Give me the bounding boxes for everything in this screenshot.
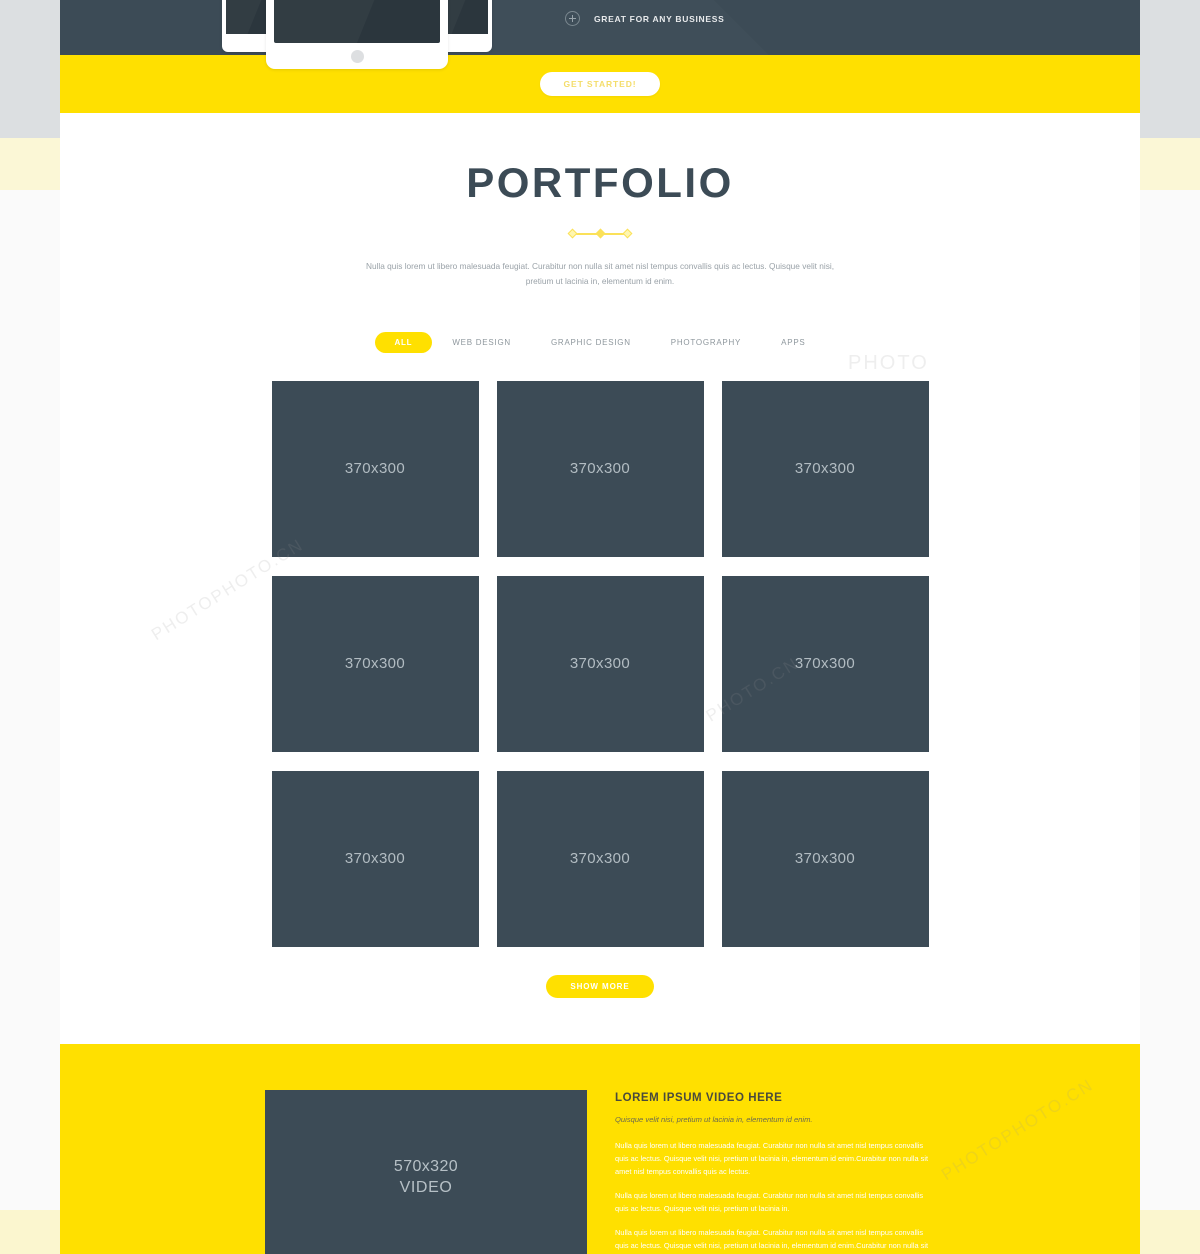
portfolio-subtitle: Nulla quis lorem ut libero malesuada feu… — [365, 261, 835, 287]
video-heading: LOREM IPSUM VIDEO HERE — [615, 1091, 783, 1104]
portfolio-tile[interactable]: 370x300 — [721, 380, 929, 557]
portfolio-filter-tabs: ALL WEB DESIGN GRAPHIC DESIGN PHOTOGRAPH… — [60, 331, 1140, 353]
video-placeholder[interactable]: 570x320 VIDEO — [265, 1089, 587, 1254]
portfolio-tile[interactable]: 370x300 — [271, 770, 479, 947]
portfolio-tile[interactable]: 370x300 — [721, 770, 929, 947]
portfolio-tile[interactable]: 370x300 — [271, 380, 479, 557]
portfolio-tile-label: 370x300 — [794, 850, 856, 868]
get-started-button[interactable]: GET STARTED! — [539, 72, 661, 96]
video-placeholder-size: 570x320 — [393, 1157, 459, 1175]
hero-tagline: GREAT FOR ANY BUSINESS — [565, 11, 724, 26]
page-title: PORTFOLIO — [466, 159, 734, 206]
filter-tab-graphic-design[interactable]: GRAPHIC DESIGN — [531, 332, 651, 353]
portfolio-tile-label: 370x300 — [794, 655, 856, 673]
filter-tab-apps[interactable]: APPS — [761, 332, 825, 353]
divider-diamond-left — [567, 228, 578, 238]
hero-tagline-text: GREAT FOR ANY BUSINESS — [594, 13, 725, 24]
video-placeholder-label: VIDEO — [399, 1179, 453, 1197]
portfolio-tile-label: 370x300 — [344, 655, 406, 673]
title-divider-ornament — [567, 227, 633, 241]
divider-diamond-center — [595, 228, 605, 238]
video-paragraph: Nulla quis lorem ut libero malesuada feu… — [615, 1190, 924, 1213]
device-home-button-icon — [350, 50, 364, 63]
portfolio-tile[interactable]: 370x300 — [496, 575, 704, 752]
filter-tab-photography[interactable]: PHOTOGRAPHY — [651, 332, 761, 353]
video-text-column: LOREM IPSUM VIDEO HERE Quisque velit nis… — [615, 1090, 935, 1254]
page-canvas: GREAT FOR ANY BUSINESS GET STARTED! PORT… — [60, 0, 1140, 1254]
video-paragraph: Nulla quis lorem ut libero malesuada feu… — [615, 1227, 929, 1254]
portfolio-tile-label: 370x300 — [794, 460, 856, 478]
filter-tab-web-design[interactable]: WEB DESIGN — [432, 332, 531, 353]
divider-diamond-right — [622, 228, 633, 238]
portfolio-tile-label: 370x300 — [569, 460, 631, 478]
portfolio-grid: 370x300 370x300 370x300 370x300 370x300 … — [265, 380, 935, 947]
portfolio-tile-label: 370x300 — [344, 850, 406, 868]
video-subheading: Quisque velit nisi, pretium ut lacinia i… — [615, 1114, 813, 1124]
portfolio-tile[interactable]: 370x300 — [496, 770, 704, 947]
device-mockup — [210, 0, 500, 74]
portfolio-tile[interactable]: 370x300 — [271, 575, 479, 752]
show-more-button[interactable]: SHOW MORE — [546, 974, 654, 998]
show-more-row: SHOW MORE — [60, 974, 1140, 1044]
portfolio-tile[interactable]: 370x300 — [721, 575, 929, 752]
portfolio-section: PORTFOLIO Nulla quis lorem ut libero mal… — [60, 113, 1140, 1044]
video-paragraph: Nulla quis lorem ut libero malesuada feu… — [615, 1140, 929, 1176]
portfolio-tile-label: 370x300 — [569, 655, 631, 673]
device-screen-center — [274, 0, 440, 43]
portfolio-tile-label: 370x300 — [344, 460, 406, 478]
filter-tab-all[interactable]: ALL — [374, 331, 433, 353]
portfolio-tile[interactable]: 370x300 — [496, 380, 704, 557]
device-tablet-center — [266, 0, 448, 69]
video-section-inner: 570x320 VIDEO LOREM IPSUM VIDEO HERE Qui… — [265, 1089, 935, 1254]
plus-circle-icon — [565, 11, 580, 26]
portfolio-tile-label: 370x300 — [569, 850, 631, 868]
video-section: 570x320 VIDEO LOREM IPSUM VIDEO HERE Qui… — [60, 1043, 1140, 1254]
